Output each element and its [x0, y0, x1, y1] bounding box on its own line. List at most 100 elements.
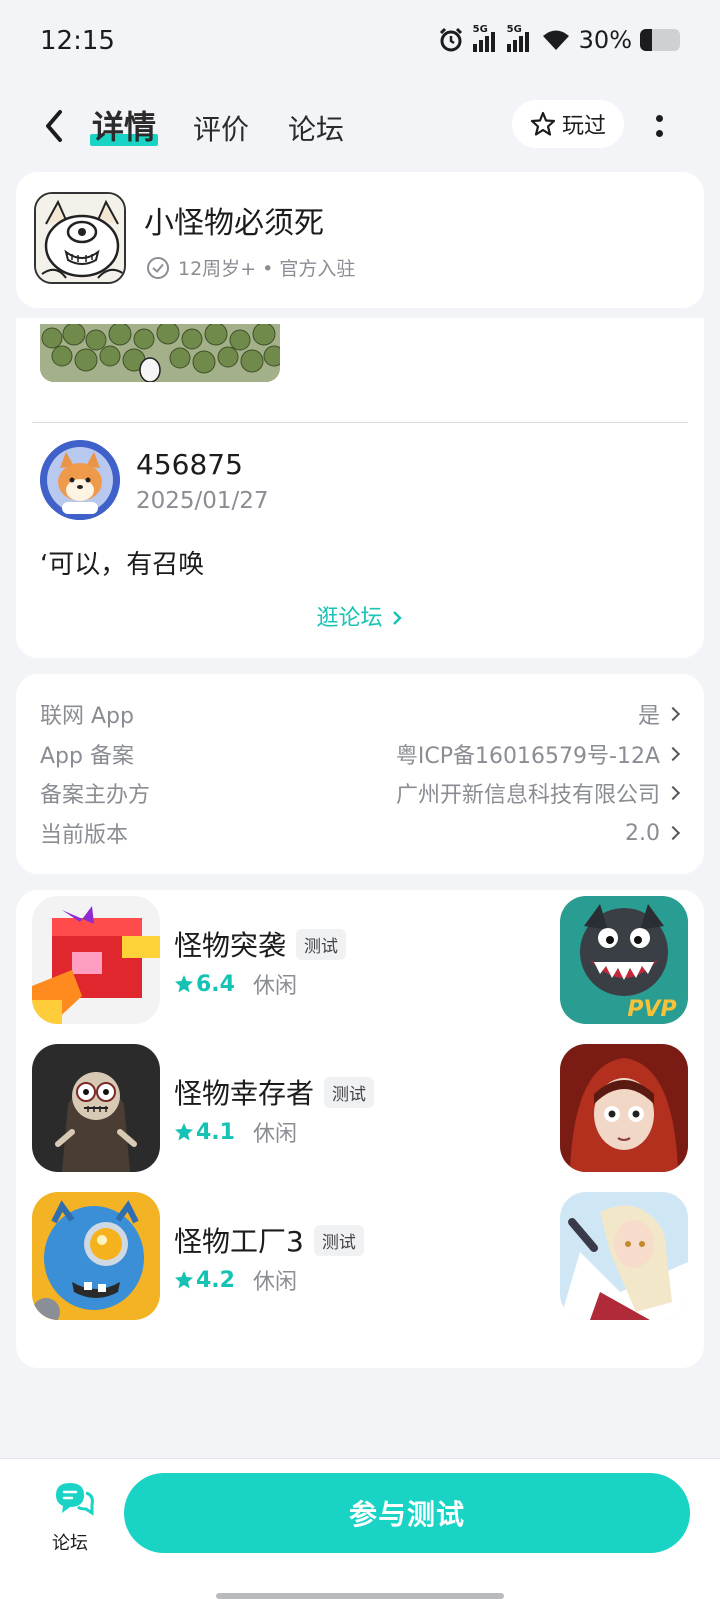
info-row-version[interactable]: 当前版本 2.0 — [40, 815, 681, 851]
promo-game-icon[interactable] — [560, 1044, 688, 1172]
game-score: 4.2 — [174, 1268, 235, 1293]
forum-tab-label: 论坛 — [52, 1533, 88, 1554]
info-value: 是 — [637, 698, 681, 730]
game-score: 4.1 — [174, 1120, 235, 1145]
bottom-action-bar: 论坛 参与测试 — [0, 1458, 720, 1600]
test-badge: 测试 — [324, 1076, 375, 1108]
game-title[interactable]: 怪物突袭 测试 — [174, 924, 347, 964]
game-meta: 4.1 休闲 — [174, 1116, 297, 1148]
red-hood-girl-image — [560, 1044, 688, 1172]
info-value: 2.0 — [625, 821, 681, 846]
svg-text:PVP: PVP — [627, 997, 676, 1022]
info-key: 备案主办方 — [40, 783, 151, 808]
top-nav: 详情 评价 论坛 玩过 — [0, 88, 720, 164]
browse-forum-link[interactable]: 逛论坛 — [16, 600, 704, 632]
post-username[interactable]: 456875 — [136, 448, 243, 481]
game-category: 休闲 — [252, 1270, 297, 1295]
more-dot-icon — [655, 130, 663, 137]
tab-forum[interactable]: 论坛 — [288, 108, 344, 148]
info-row-organizer[interactable]: 备案主办方 广州开新信息科技有限公司 — [40, 775, 681, 811]
star-icon — [175, 1123, 193, 1141]
tab-reviews[interactable]: 评价 — [193, 108, 249, 148]
forum-tab-button[interactable]: 论坛 — [40, 1479, 100, 1555]
recommendations-card: 怪物突袭 测试 6.4 休闲 PVP 怪物幸存者 测试 4.1 休闲 怪物工厂3… — [16, 890, 704, 1368]
recommend-item[interactable]: 怪物幸存者 测试 4.1 休闲 — [32, 1044, 688, 1172]
app-title: 小怪物必须死 — [144, 206, 324, 241]
game-meta: 6.4 休闲 — [174, 968, 297, 1000]
game-icon[interactable] — [32, 1044, 160, 1172]
game-score-value: 4.1 — [196, 1119, 235, 1145]
network-type-label: 5G — [506, 24, 522, 35]
forum-post-card: 456875 2025/01/27 ‘可以，有召唤 逛论坛 — [16, 318, 704, 658]
info-key: 联网 App — [40, 704, 134, 729]
more-dot-icon — [655, 115, 663, 122]
chevron-right-icon — [665, 706, 681, 722]
more-options-button[interactable] — [648, 108, 670, 144]
back-arrow-icon[interactable] — [38, 104, 72, 148]
played-label: 玩过 — [561, 114, 606, 139]
test-badge: 测试 — [313, 1224, 364, 1256]
game-meta: 4.2 休闲 — [174, 1264, 297, 1296]
recommend-item[interactable]: 怪物工厂3 测试 4.2 休闲 — [32, 1192, 688, 1320]
post-screenshot[interactable] — [40, 324, 280, 382]
game-score: 6.4 — [174, 972, 235, 997]
shiba-avatar-image — [40, 440, 120, 520]
game-category: 休闲 — [252, 1122, 297, 1147]
info-value: 广州开新信息科技有限公司 — [396, 777, 681, 809]
app-icon — [34, 192, 126, 284]
played-button[interactable]: 玩过 — [512, 100, 624, 148]
status-time: 12:15 — [40, 26, 115, 56]
signal-icon: 5G — [506, 24, 533, 52]
game-category: 休闲 — [252, 974, 297, 999]
status-icons: 5G 5G 30% — [437, 24, 680, 54]
battery-percent: 30% — [578, 26, 632, 54]
red-block-monster-image — [32, 896, 160, 1024]
monster-illustration — [36, 194, 124, 282]
game-title[interactable]: 怪物工厂3 测试 — [174, 1220, 364, 1260]
battery-icon — [640, 29, 680, 51]
user-avatar[interactable] — [40, 440, 120, 520]
network-type-label: 5G — [472, 24, 488, 35]
info-value-text: 是 — [637, 704, 660, 729]
game-title[interactable]: 怪物幸存者 测试 — [174, 1072, 375, 1112]
forest-scene-image — [40, 324, 280, 382]
signal-icon: 5G — [472, 24, 499, 52]
tab-details[interactable]: 详情 — [90, 102, 159, 148]
game-title-text: 怪物工厂3 — [174, 1225, 304, 1258]
post-content[interactable]: ‘可以，有召唤 — [40, 544, 204, 581]
chevron-right-icon — [392, 611, 402, 625]
promo-game-icon[interactable]: PVP — [560, 896, 688, 1024]
star-outline-icon — [530, 111, 556, 136]
post-date: 2025/01/27 — [136, 488, 269, 514]
info-key: 当前版本 — [40, 823, 129, 848]
app-header-card: 小怪物必须死 12周岁+ • 官方入驻 — [16, 172, 704, 308]
chevron-right-icon — [665, 785, 681, 801]
zombie-image — [32, 1044, 160, 1172]
game-icon[interactable] — [32, 896, 160, 1024]
chevron-right-icon — [665, 746, 681, 762]
info-row-network[interactable]: 联网 App 是 — [40, 696, 681, 732]
alarm-icon — [439, 27, 462, 52]
app-meta: 12周岁+ • 官方入驻 — [146, 254, 355, 281]
join-test-button[interactable]: 参与测试 — [124, 1473, 690, 1553]
home-indicator[interactable] — [216, 1593, 504, 1599]
star-icon — [175, 975, 193, 993]
test-badge: 测试 — [296, 928, 347, 960]
tab-details-label: 详情 — [92, 108, 157, 146]
game-icon[interactable] — [32, 1192, 160, 1320]
info-value: 粤ICP备16016579号-12A — [395, 738, 681, 770]
pvp-monster-image: PVP — [560, 896, 688, 1024]
info-row-icp[interactable]: App 备案 粤ICP备16016579号-12A — [40, 736, 681, 772]
wifi-icon — [542, 30, 569, 50]
info-key: App 备案 — [40, 744, 134, 769]
recommend-item[interactable]: 怪物突袭 测试 6.4 休闲 PVP — [32, 896, 688, 1024]
chevron-right-icon — [665, 825, 681, 841]
info-value-text: 粤ICP备16016579号-12A — [395, 744, 660, 769]
browse-forum-label: 逛论坛 — [316, 606, 383, 631]
game-score-value: 6.4 — [196, 971, 235, 997]
app-meta-text: 12周岁+ • 官方入驻 — [178, 258, 356, 280]
anime-girl-image — [560, 1192, 688, 1320]
promo-game-icon[interactable] — [560, 1192, 688, 1320]
game-score-value: 4.2 — [196, 1267, 235, 1293]
chat-bubble-icon — [56, 1483, 94, 1516]
